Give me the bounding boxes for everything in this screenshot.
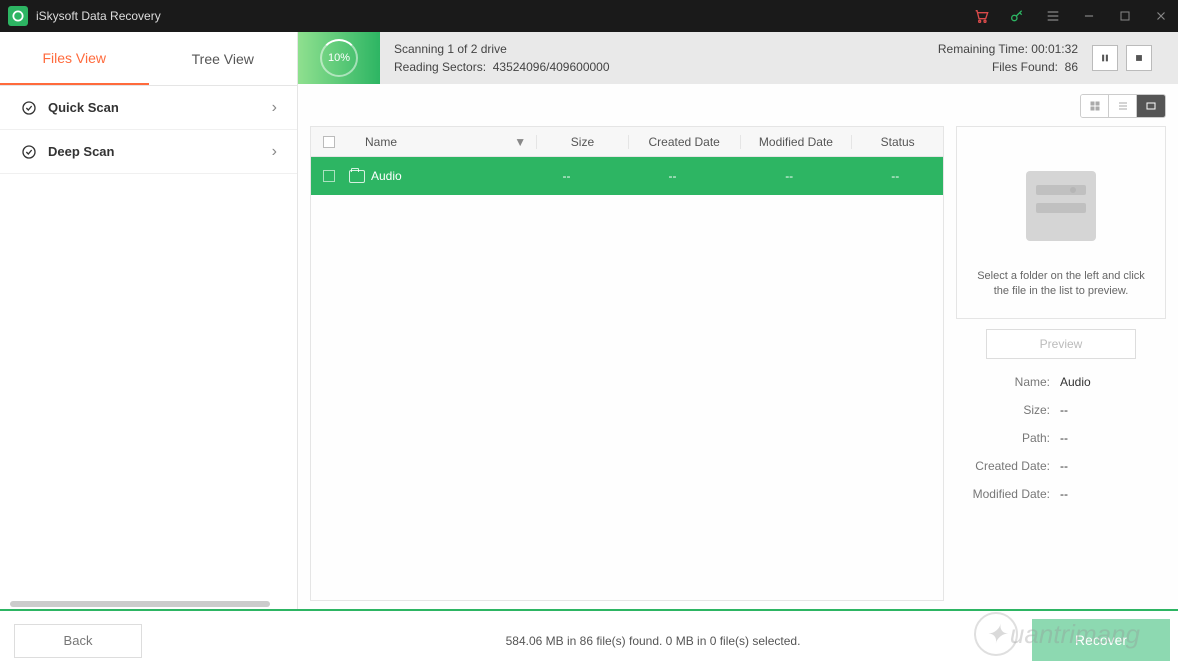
column-name[interactable]: Name▼	[347, 135, 537, 149]
view-grid-button[interactable]	[1081, 95, 1109, 117]
column-status[interactable]: Status	[852, 135, 943, 149]
key-icon[interactable]	[1008, 7, 1026, 25]
folder-icon	[349, 170, 365, 183]
prop-created-value: --	[1060, 459, 1162, 473]
close-icon[interactable]	[1152, 7, 1170, 25]
scan-progress: 10%	[298, 32, 380, 84]
minimize-icon[interactable]	[1080, 7, 1098, 25]
prop-size-label: Size:	[960, 403, 1060, 417]
recover-button[interactable]: Recover	[1032, 619, 1170, 661]
sidebar: Files View Tree View Quick Scan › Deep S…	[0, 32, 298, 609]
sidebar-item-label: Quick Scan	[48, 100, 272, 115]
scrollbar[interactable]	[10, 601, 270, 607]
scan-line1: Scanning 1 of 2 drive	[394, 40, 938, 58]
prop-modified-label: Modified Date:	[960, 487, 1060, 501]
row-status: --	[848, 169, 943, 183]
prop-name-label: Name:	[960, 375, 1060, 389]
chevron-right-icon: ›	[272, 143, 277, 161]
prop-path-value: --	[1060, 431, 1162, 445]
view-mode-toggle	[1080, 94, 1166, 118]
check-circle-icon	[20, 143, 38, 161]
view-list-button[interactable]	[1109, 95, 1137, 117]
row-created: --	[614, 169, 731, 183]
scan-sectors-label: Reading Sectors:	[394, 60, 486, 74]
file-table: Name▼ Size Created Date Modified Date St…	[310, 126, 944, 601]
prop-name-value: Audio	[1060, 375, 1162, 389]
back-button[interactable]: Back	[14, 624, 142, 658]
sidebar-item-deep-scan[interactable]: Deep Scan ›	[0, 130, 297, 174]
table-row[interactable]: Audio -- -- -- --	[311, 157, 943, 195]
remaining-label: Remaining Time:	[938, 42, 1028, 56]
scan-sectors-value: 43524096/409600000	[493, 60, 610, 74]
check-circle-icon	[20, 99, 38, 117]
progress-percent: 10%	[320, 39, 358, 77]
sort-desc-icon: ▼	[514, 135, 526, 149]
view-detail-button[interactable]	[1137, 95, 1165, 117]
app-logo-icon	[8, 6, 28, 26]
row-size: --	[519, 169, 614, 183]
found-label: Files Found:	[992, 60, 1058, 74]
prop-path-label: Path:	[960, 431, 1060, 445]
found-value: 86	[1065, 60, 1078, 74]
footer: Back 584.06 MB in 86 file(s) found. 0 MB…	[0, 611, 1178, 670]
row-modified: --	[731, 169, 848, 183]
preview-panel: Select a folder on the left and click th…	[956, 126, 1166, 601]
pause-button[interactable]	[1092, 45, 1118, 71]
remaining-value: 00:01:32	[1031, 42, 1078, 56]
menu-icon[interactable]	[1044, 7, 1062, 25]
column-modified[interactable]: Modified Date	[741, 135, 853, 149]
maximize-icon[interactable]	[1116, 7, 1134, 25]
sidebar-item-label: Deep Scan	[48, 144, 272, 159]
cart-icon[interactable]	[972, 7, 990, 25]
app-title: iSkysoft Data Recovery	[36, 9, 972, 23]
tab-files-view[interactable]: Files View	[0, 32, 149, 85]
prop-size-value: --	[1060, 403, 1162, 417]
scan-status-bar: 10% Scanning 1 of 2 drive Reading Sector…	[298, 32, 1178, 84]
preview-placeholder-text: Select a folder on the left and click th…	[969, 269, 1153, 300]
select-all-checkbox[interactable]	[323, 136, 335, 148]
stop-button[interactable]	[1126, 45, 1152, 71]
row-checkbox[interactable]	[323, 170, 335, 182]
row-name: Audio	[371, 169, 402, 183]
sidebar-item-quick-scan[interactable]: Quick Scan ›	[0, 86, 297, 130]
titlebar: iSkysoft Data Recovery	[0, 0, 1178, 32]
disk-icon	[1026, 171, 1096, 241]
column-size[interactable]: Size	[537, 135, 629, 149]
footer-status: 584.06 MB in 86 file(s) found. 0 MB in 0…	[142, 634, 1164, 648]
prop-modified-value: --	[1060, 487, 1162, 501]
tab-tree-view[interactable]: Tree View	[149, 32, 298, 85]
column-created[interactable]: Created Date	[629, 135, 741, 149]
preview-button[interactable]: Preview	[986, 329, 1136, 359]
prop-created-label: Created Date:	[960, 459, 1060, 473]
chevron-right-icon: ›	[272, 99, 277, 117]
